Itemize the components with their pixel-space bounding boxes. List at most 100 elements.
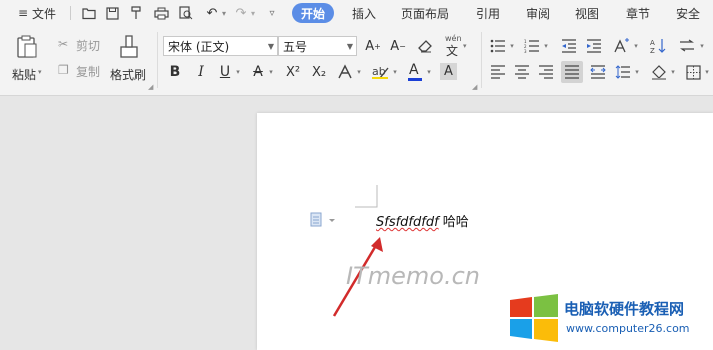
windows-logo-icon — [508, 294, 560, 342]
chevron-down-icon: ▼ — [267, 42, 274, 51]
highlight-dropdown-icon[interactable]: ▾ — [390, 62, 400, 82]
plain-word: 哈哈 — [438, 215, 469, 230]
file-menu[interactable]: ≡ 文件 — [12, 3, 62, 23]
bold-button[interactable]: B — [166, 62, 184, 82]
tab-view[interactable]: 视图 — [575, 3, 599, 23]
format-painter-label: 格式刷 — [110, 68, 147, 82]
copy-button[interactable]: ❐ 复制 — [58, 62, 106, 80]
paste-dropdown-icon: ▾ — [38, 68, 42, 76]
grow-font-icon[interactable]: A + — [363, 36, 383, 56]
scissors-icon: ✂ — [58, 37, 69, 51]
highlight-button[interactable]: ab — [370, 62, 390, 82]
cut-label: 剪切 — [76, 39, 101, 53]
align-center-icon[interactable] — [513, 62, 531, 82]
font-launcher-icon[interactable]: ◢ — [472, 83, 477, 91]
justify-icon[interactable] — [561, 61, 583, 83]
tab-page-layout[interactable]: 页面布局 — [401, 3, 449, 23]
phonetic-guide-button[interactable]: wén 文 ▾ — [443, 34, 473, 58]
shading-icon[interactable] — [650, 62, 668, 82]
tab-insert[interactable]: 插入 — [352, 3, 376, 23]
tab-review[interactable]: 审阅 — [526, 3, 550, 23]
char-shading-button[interactable]: A — [440, 63, 457, 80]
phonetic-icon: 文 — [446, 44, 459, 58]
chevron-down-icon[interactable]: ▾ — [541, 36, 551, 56]
format-painter-small-icon[interactable] — [127, 4, 145, 22]
customize-toolbar-icon[interactable]: ▿ — [265, 4, 279, 22]
align-right-icon[interactable] — [537, 62, 555, 82]
hamburger-icon: ≡ — [17, 6, 29, 20]
paste-label: 粘贴 — [12, 68, 37, 82]
tab-security[interactable]: 安全 — [676, 3, 700, 23]
strikethrough-button[interactable]: A — [250, 62, 266, 82]
numbered-list-icon[interactable]: 123 — [523, 36, 541, 56]
font-color-button[interactable]: A — [406, 62, 424, 82]
clear-format-icon[interactable] — [415, 36, 435, 56]
paste-button[interactable]: 粘贴 ▾ — [10, 34, 44, 84]
subscript-button[interactable]: X₂ — [308, 62, 330, 82]
align-left-icon[interactable] — [489, 62, 507, 82]
chevron-down-icon[interactable]: ▾ — [668, 62, 678, 82]
svg-text:A: A — [650, 39, 655, 47]
show-hide-marks-icon[interactable] — [678, 36, 696, 56]
file-menu-label: 文件 — [32, 6, 57, 21]
underline-dropdown-icon[interactable]: ▾ — [233, 62, 243, 82]
margin-corner-mark — [355, 185, 378, 208]
chevron-down-icon[interactable]: ▾ — [697, 36, 707, 56]
tab-references[interactable]: 引用 — [476, 3, 500, 23]
svg-text:3: 3 — [524, 49, 527, 53]
print-preview-icon[interactable] — [177, 4, 195, 22]
clipboard-launcher-icon[interactable]: ◢ — [148, 83, 153, 91]
font-name-select[interactable]: 宋体 (正文) ▼ — [163, 36, 278, 56]
tab-home[interactable]: 开始 — [292, 3, 335, 23]
italic-button[interactable]: I — [192, 62, 210, 82]
text-effect-dropdown-icon[interactable]: ▾ — [354, 62, 364, 82]
format-painter-button[interactable]: 格式刷 — [110, 34, 150, 84]
print-icon[interactable] — [152, 4, 170, 22]
borders-icon[interactable] — [684, 62, 702, 82]
copy-label: 复制 — [76, 65, 101, 79]
redo-dropdown-icon[interactable]: ▾ — [248, 4, 258, 22]
brand-url[interactable]: www.computer26.com — [566, 322, 690, 335]
superscript-button[interactable]: X² — [282, 62, 304, 82]
underline-button[interactable]: U — [217, 62, 233, 82]
svg-text:Z: Z — [650, 47, 655, 54]
change-case-icon[interactable] — [611, 36, 631, 56]
chevron-down-icon: ▼ — [346, 42, 353, 51]
font-color-dropdown-icon[interactable]: ▾ — [424, 62, 434, 82]
tab-section[interactable]: 章节 — [626, 3, 650, 23]
ribbon: ≡ 文件 ↶ ▾ ↷ ▾ ▿ 开始 插入 页面布局 引用 审阅 视图 章节 安全 — [0, 0, 713, 96]
group-divider — [157, 32, 158, 88]
copy-icon: ❐ — [58, 63, 69, 77]
increase-indent-icon[interactable] — [585, 36, 603, 56]
cut-button[interactable]: ✂ 剪切 — [58, 36, 106, 54]
font-size-select[interactable]: 五号 ▼ — [278, 36, 357, 56]
open-folder-icon[interactable] — [80, 4, 98, 22]
undo-dropdown-icon[interactable]: ▾ — [219, 4, 229, 22]
strikethrough-dropdown-icon[interactable]: ▾ — [266, 62, 276, 82]
font-color-letter: A — [409, 62, 419, 78]
save-icon[interactable] — [103, 4, 121, 22]
clipboard-icon — [16, 35, 38, 63]
document-text[interactable]: Sfsfdfdfdf 哈哈 — [376, 211, 469, 230]
distributed-align-icon[interactable] — [589, 62, 607, 82]
group-divider — [481, 32, 482, 88]
sort-icon[interactable]: AZ — [649, 36, 667, 56]
paragraph-options-icon[interactable] — [310, 212, 336, 232]
shrink-font-icon[interactable]: A − — [388, 36, 408, 56]
bullet-list-icon[interactable] — [489, 36, 507, 56]
font-color-bar — [408, 78, 422, 81]
divider — [70, 6, 71, 20]
chevron-down-icon[interactable]: ▾ — [632, 62, 642, 82]
italic-word: Sfsfdfdfdf — [376, 215, 439, 230]
text-effect-button[interactable] — [336, 62, 354, 82]
font-size-value: 五号 — [283, 39, 308, 54]
decrease-indent-icon[interactable] — [560, 36, 578, 56]
chevron-down-icon[interactable]: ▾ — [702, 62, 712, 82]
tab-bar: ≡ 文件 ↶ ▾ ↷ ▾ ▿ 开始 插入 页面布局 引用 审阅 视图 章节 安全 — [0, 0, 713, 26]
chevron-down-icon[interactable]: ▾ — [507, 36, 517, 56]
watermark-text: ITmemo.cn — [346, 262, 480, 290]
line-spacing-icon[interactable] — [614, 62, 632, 82]
font-name-value: 宋体 (正文) — [168, 39, 230, 54]
brand-name: 电脑软硬件教程网 — [564, 300, 685, 318]
chevron-down-icon[interactable]: ▾ — [631, 36, 641, 56]
